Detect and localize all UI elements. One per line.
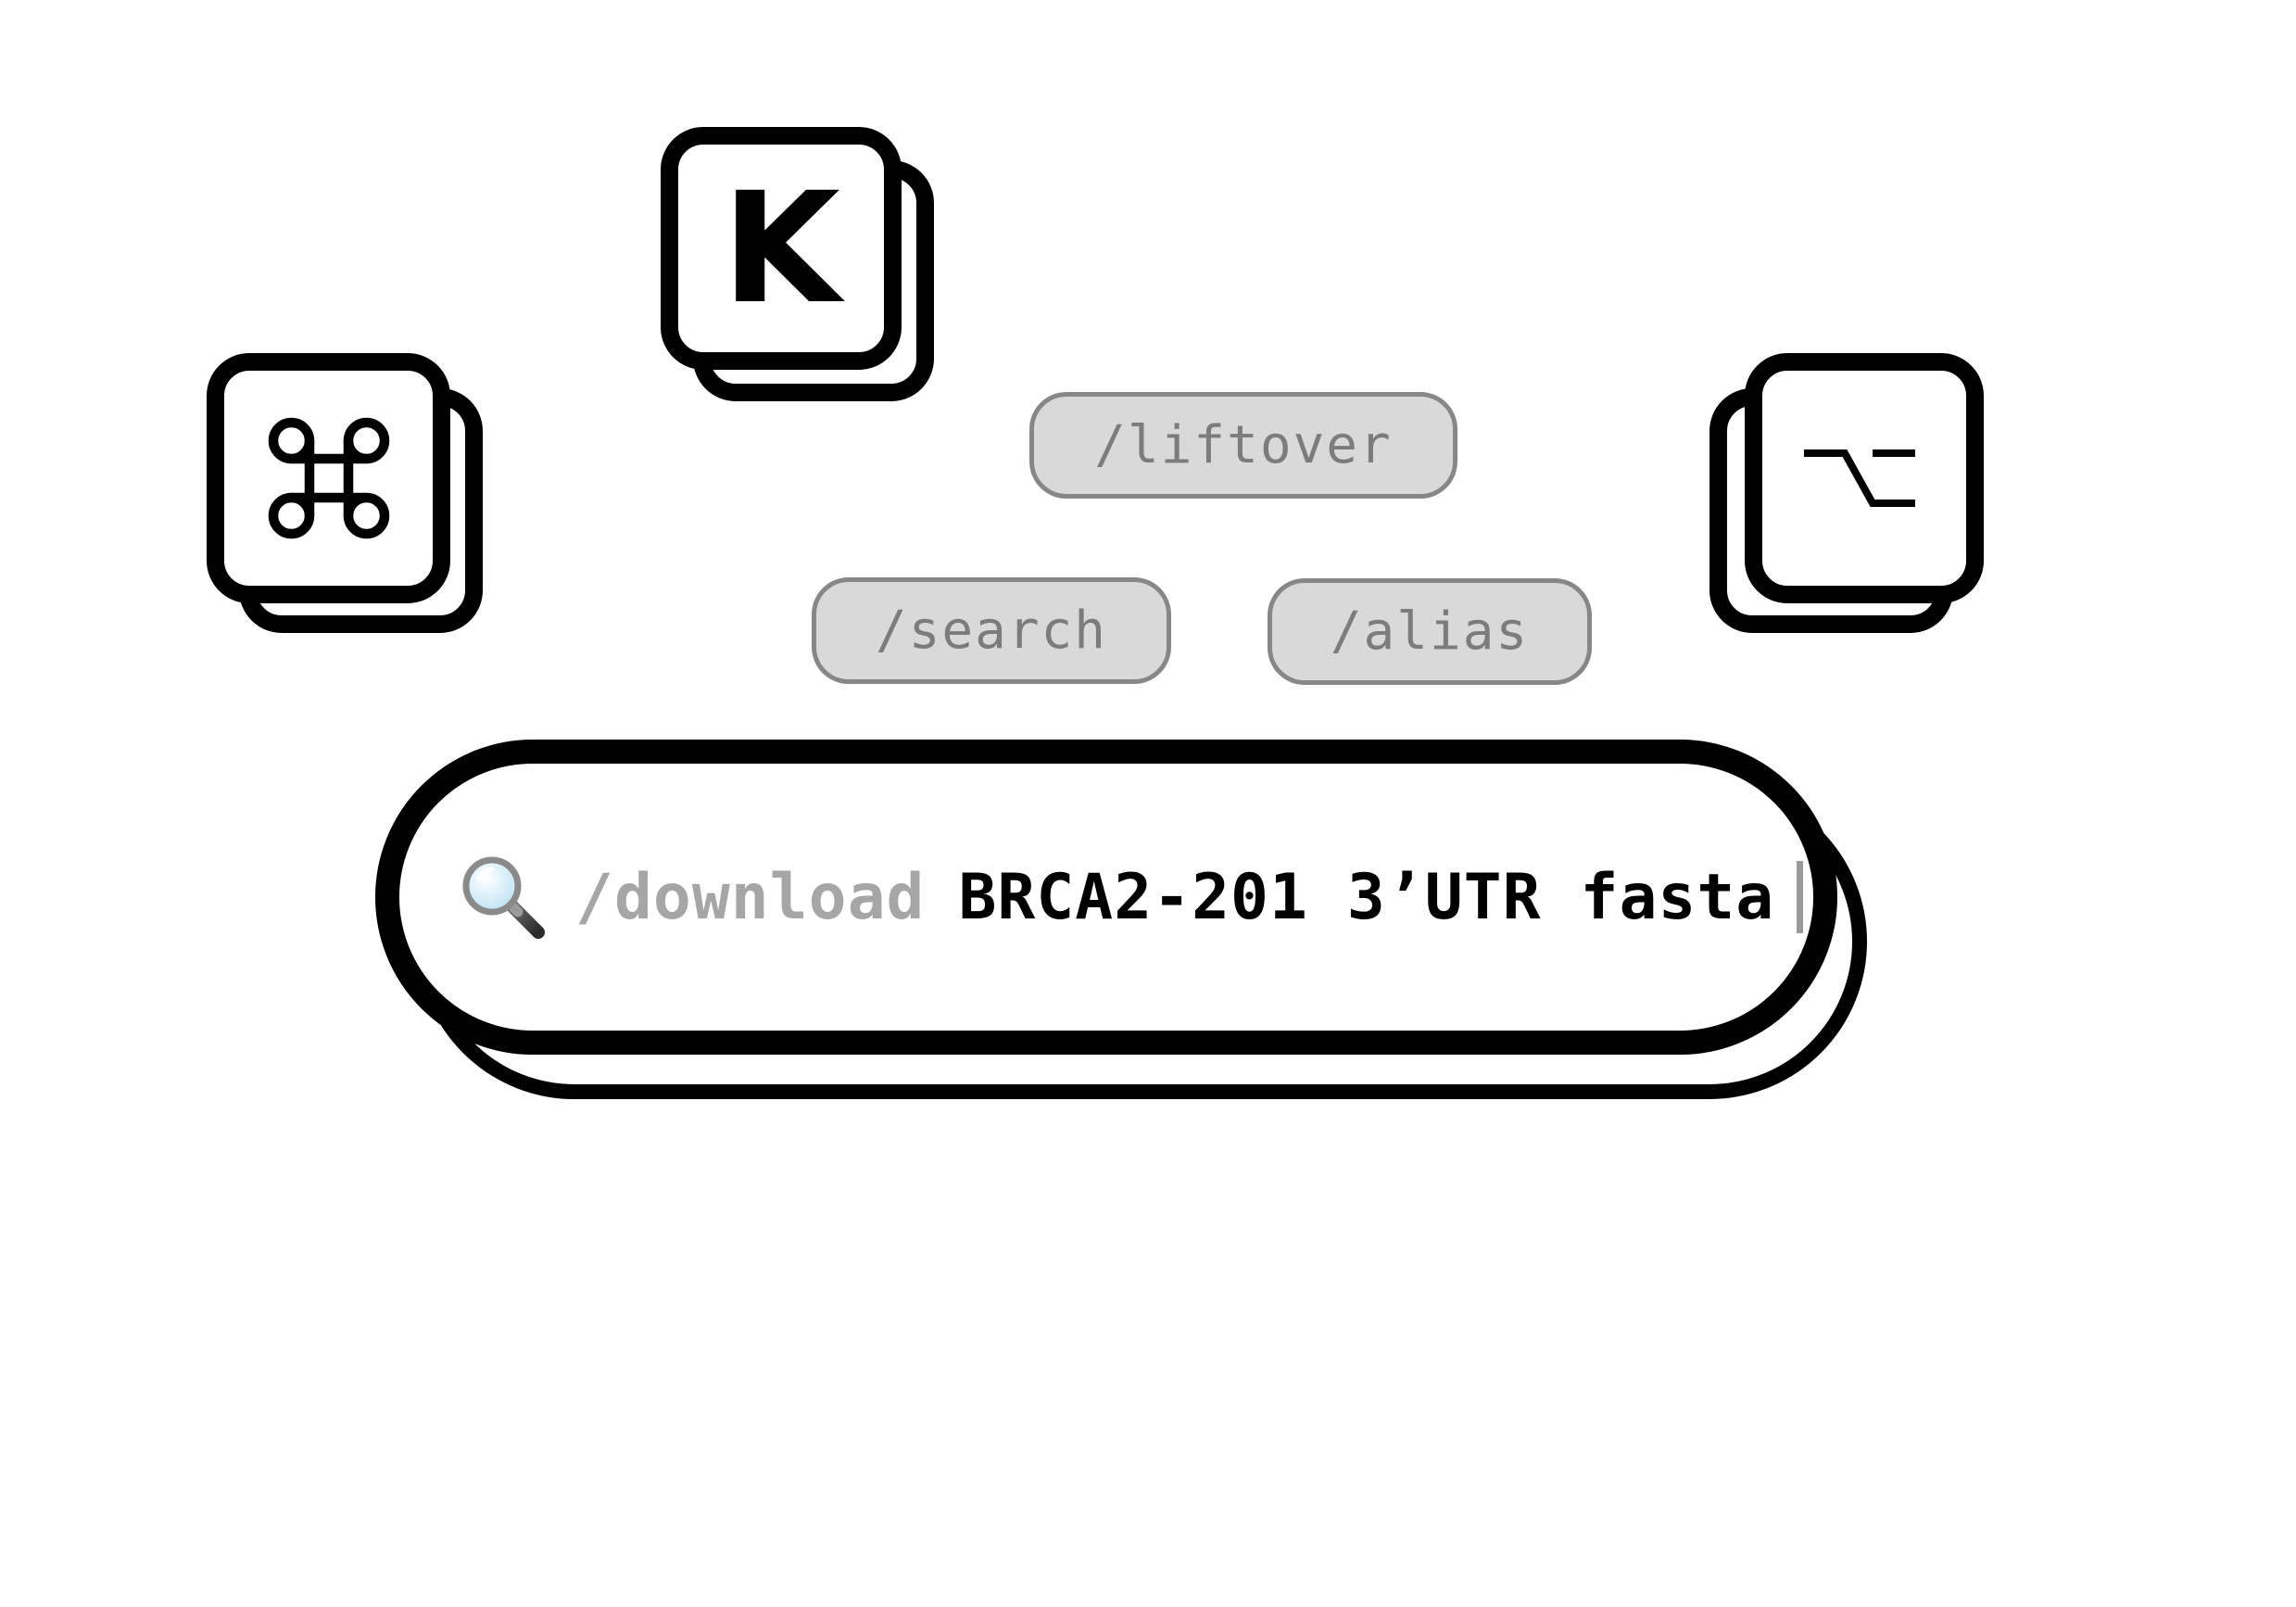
search-chip[interactable]: /search [812,577,1171,684]
k-key-label: K [722,158,840,337]
text-caret [1797,861,1804,933]
command-key[interactable] [207,353,485,636]
search-query: /download BRCA2-201 3’UTR fasta [575,860,1804,934]
command-key-icon [224,371,433,586]
search-input[interactable]: /download BRCA2-201 3’UTR fasta [375,740,1837,1055]
option-key-face [1745,353,1984,603]
command-key-face [207,353,450,603]
alias-chip[interactable]: /alias [1268,578,1592,685]
query-text: BRCA2-201 3’UTR fasta [958,860,1775,934]
command-token: /download [575,860,926,934]
liftover-chip[interactable]: /liftover [1029,392,1457,499]
k-key-face: K [661,127,902,370]
k-key[interactable]: K [661,127,939,405]
option-key-icon [1762,371,1966,586]
option-key[interactable] [1709,353,1987,636]
magnifier-icon [462,856,545,939]
illustration: K /liftover /search /alias /download BRC… [0,0,2296,1607]
command-search-bar[interactable]: /download BRCA2-201 3’UTR fasta [375,740,1869,1103]
